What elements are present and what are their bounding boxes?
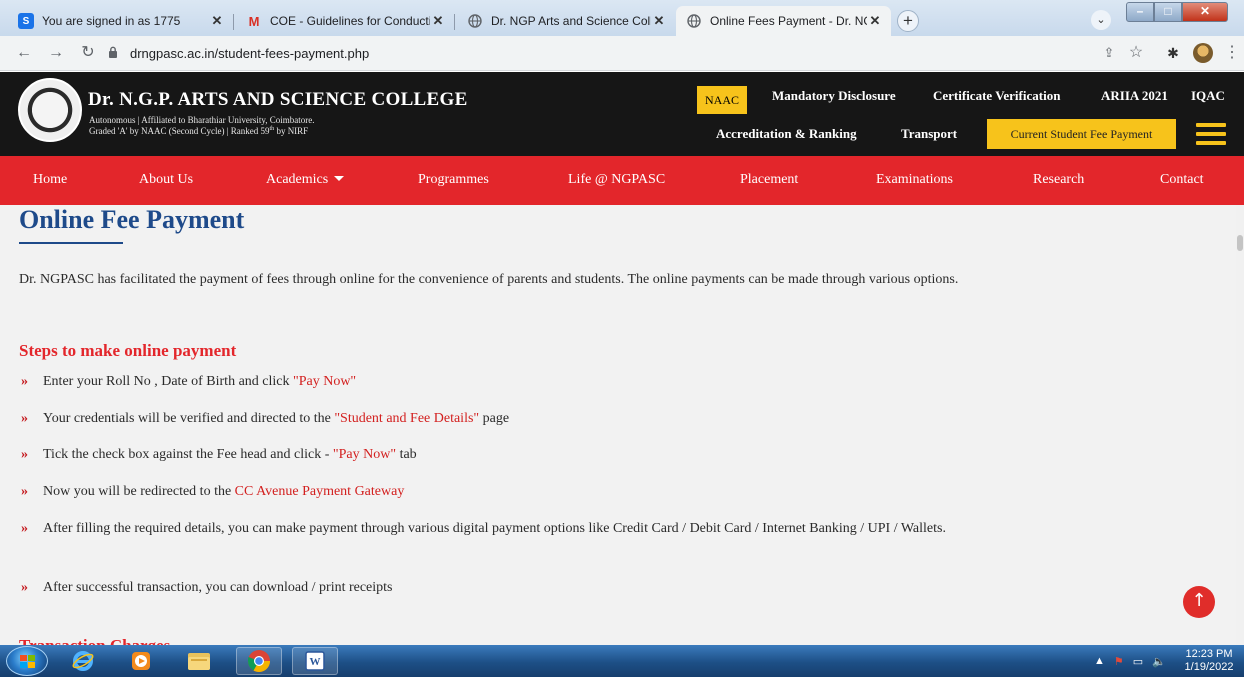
bookmark-star-icon[interactable]: ☆ [1126,43,1146,63]
double-chevron-icon: » [21,484,28,499]
naac-badge[interactable]: NAAC [697,86,748,114]
close-icon[interactable]: ✕ [209,13,225,29]
hamburger-menu-icon[interactable] [1196,123,1226,145]
forward-arrow-icon[interactable]: → [46,43,66,63]
transaction-charges-heading: Transaction Charges [19,636,170,645]
action-center-flag-icon[interactable]: ⚑ [1114,655,1124,668]
nav-about-us[interactable]: About Us [139,172,193,188]
browser-tab-1[interactable]: S You are signed in as 1775 ✕ [8,6,233,36]
double-chevron-icon: » [21,580,28,595]
windows-taskbar: W ▲ ⚑ ▭ 🔈 12:23 PM 1/19/2022 [0,645,1244,677]
steps-heading: Steps to make online payment [19,341,237,360]
nav-placement[interactable]: Placement [740,172,798,188]
nav-research[interactable]: Research [1033,172,1084,188]
intro-paragraph: Dr. NGPASC has facilitated the payment o… [19,272,959,287]
step-item: » After filling the required details, yo… [21,517,1081,540]
nav-home[interactable]: Home [33,172,67,188]
link-iqac[interactable]: IQAC [1191,88,1225,104]
step-item: » Your credentials will be verified and … [21,407,1081,430]
media-player-icon[interactable] [118,647,164,675]
link-accreditation-ranking[interactable]: Accreditation & Ranking [716,126,857,142]
internet-explorer-icon[interactable] [60,647,106,675]
file-explorer-icon[interactable] [176,647,222,675]
college-logo[interactable] [18,78,82,142]
svg-text:W: W [310,656,321,668]
close-icon[interactable]: ✕ [867,13,883,29]
new-tab-button[interactable]: + [897,10,919,32]
tab-title: You are signed in as 1775 [42,14,181,28]
maximize-icon[interactable]: □ [1154,2,1182,22]
nav-contact[interactable]: Contact [1160,172,1204,188]
gmail-icon: M [248,13,260,29]
vertical-scrollbar[interactable] [1236,205,1244,645]
step-item: » Now you will be redirected to the CC A… [21,480,1081,503]
tab-title: Online Fees Payment - Dr. NGP A [710,14,867,28]
college-name[interactable]: Dr. N.G.P. ARTS AND SCIENCE COLLEGE [88,89,468,111]
browser-tab-2[interactable]: M COE - Guidelines for Conducting ✕ [236,6,454,36]
browser-tab-4-active[interactable]: Online Fees Payment - Dr. NGP A ✕ [676,6,891,36]
double-chevron-icon: » [21,411,28,426]
college-subtitle-2: Graded 'A' by NAAC (Second Cycle) | Rank… [89,126,309,136]
nav-examinations[interactable]: Examinations [876,172,953,188]
tab-search-icon[interactable]: ⌄ [1091,10,1111,30]
system-tray: ▲ ⚑ ▭ 🔈 [1094,645,1166,677]
url-text: drngpasc.ac.in/student-fees-payment.php [130,46,370,61]
browser-tab-3[interactable]: Dr. NGP Arts and Science College ✕ [457,6,675,36]
back-arrow-icon[interactable]: ← [14,43,34,63]
link-certificate-verification[interactable]: Certificate Verification [933,88,1060,104]
tab-title: COE - Guidelines for Conducting [270,14,430,28]
link-mandatory-disclosure[interactable]: Mandatory Disclosure [772,88,896,104]
current-student-fee-payment-button[interactable]: Current Student Fee Payment [987,119,1176,149]
title-underline [19,242,123,244]
nav-life-ngpasc[interactable]: Life @ NGPASC [568,172,665,188]
page-title: Online Fee Payment [19,205,245,234]
double-chevron-icon: » [21,374,28,389]
browser-tab-strip: S You are signed in as 1775 ✕ M COE - Gu… [0,0,1244,36]
menu-kebab-icon[interactable]: ⋮ [1222,43,1242,63]
double-chevron-icon: » [21,447,28,462]
double-chevron-icon: » [21,521,28,536]
profile-avatar[interactable] [1193,43,1213,63]
main-content: Online Fee Payment Dr. NGPASC has facili… [0,205,1236,645]
nav-academics[interactable]: Academics [266,172,345,188]
scroll-to-top-button[interactable]: ↑ [1183,586,1215,618]
link-ariia-2021[interactable]: ARIIA 2021 [1101,88,1168,104]
show-hidden-icons-arrow-icon[interactable]: ▲ [1094,655,1105,667]
start-button[interactable] [6,646,48,676]
lock-icon [108,46,124,61]
network-icon[interactable]: ▭ [1133,655,1143,668]
globe-icon [467,13,483,29]
main-nav: Home About Us Academics Programmes Life … [0,156,1244,205]
address-bar[interactable]: drngpasc.ac.in/student-fees-payment.php [108,42,1188,65]
chrome-icon[interactable] [236,647,282,675]
close-icon[interactable]: ✕ [651,13,667,29]
browser-toolbar: ← → ↻ drngpasc.ac.in/student-fees-paymen… [0,36,1244,71]
taskbar-clock[interactable]: 12:23 PM 1/19/2022 [1178,648,1240,674]
close-icon[interactable]: ✕ [430,13,446,29]
volume-icon[interactable]: 🔈 [1152,655,1166,668]
tab-title: Dr. NGP Arts and Science College [491,14,651,28]
step-item: » Tick the check box against the Fee hea… [21,443,1081,466]
college-subtitle-1: Autonomous | Affiliated to Bharathiar Un… [89,115,315,125]
link-transport[interactable]: Transport [901,126,957,142]
close-window-icon[interactable]: ✕ [1182,2,1228,22]
step-item: » Enter your Roll No , Date of Birth and… [21,370,1081,393]
window-controls: – □ ✕ [1126,2,1240,22]
app-s-icon: S [18,13,34,29]
extensions-puzzle-icon[interactable]: ✱ [1163,43,1183,63]
step-item: » After successful transaction, you can … [21,576,1081,599]
share-icon[interactable]: ⇪ [1099,43,1119,63]
reload-icon[interactable]: ↻ [78,43,98,63]
windows-flag-icon [20,655,36,669]
caret-down-icon [334,176,345,181]
globe-icon [686,13,702,29]
word-icon[interactable]: W [292,647,338,675]
nav-programmes[interactable]: Programmes [418,172,489,188]
minimize-icon[interactable]: – [1126,2,1154,22]
